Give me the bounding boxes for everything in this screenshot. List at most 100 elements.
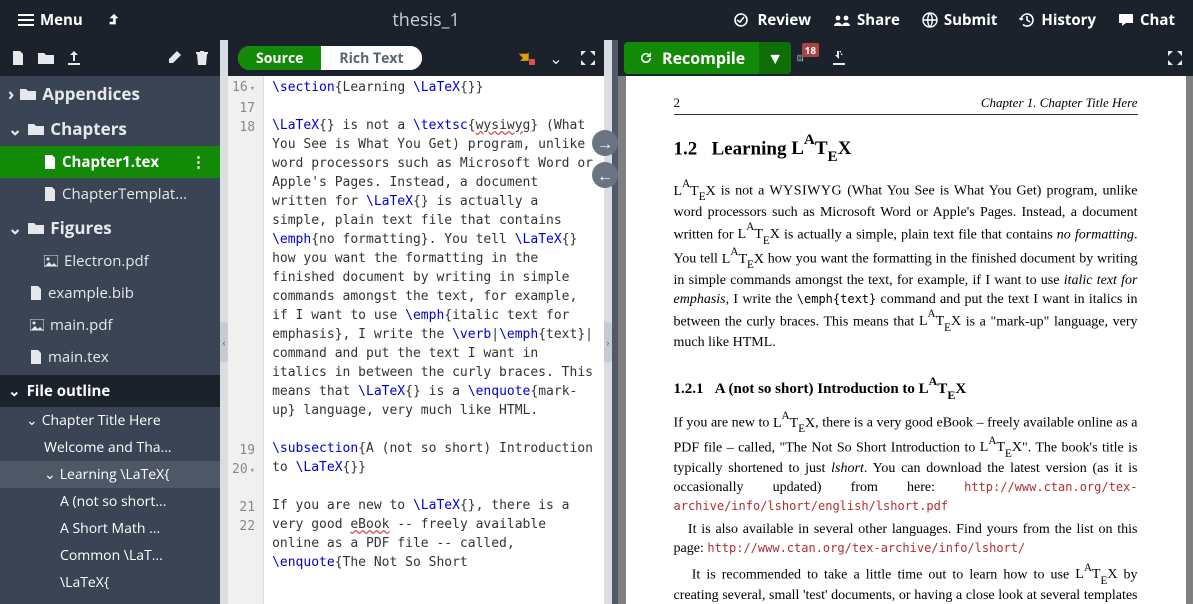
file-example-bib[interactable]: example.bib [0,277,220,309]
chat-icon [1118,13,1134,27]
sync-right-button[interactable]: → [592,130,618,156]
outline-not-short[interactable]: A (not so short... [0,488,220,515]
left-gutter[interactable]: ‹ [220,40,228,604]
pdf-link: http://www.ctan.org/tex-archive/info/lsh… [674,480,1138,513]
history-label: History [1041,10,1096,30]
folder-label: Appendices [42,82,140,105]
editor-menu-icon[interactable]: ⌄ [544,46,568,70]
file-chapter-template[interactable]: ChapterTemplat... [0,178,220,210]
chevron-right-icon: › [8,82,14,105]
outline-chapter-title[interactable]: ⌄Chapter Title Here [0,407,220,434]
line-number: 17 [232,99,255,118]
rich-text-mode-button[interactable]: Rich Text [321,46,421,70]
upload-button[interactable] [62,46,86,70]
outline-label: Welcome and Tha... [44,438,172,457]
line-number: 21 [232,498,255,517]
history-icon [1019,12,1035,28]
file-icon [44,187,56,201]
file-outline-header[interactable]: ⌄ File outline [0,375,220,407]
level-up-icon [107,13,121,27]
pdf-page[interactable]: 2 Chapter 1. Chapter Title Here 1.2 Lear… [626,76,1186,604]
file-main-pdf[interactable]: main.pdf [0,309,220,341]
folder-icon [28,222,44,234]
file-chapter1[interactable]: Chapter1.tex ⋮ [0,146,220,178]
image-icon [44,255,58,267]
folder-chapters[interactable]: ⌄ Chapters [0,111,220,146]
source-mode-button[interactable]: Source [238,46,321,70]
mid-gutter[interactable]: › [604,40,612,604]
history-button[interactable]: History [1009,4,1106,36]
hamburger-icon [18,12,34,28]
folder-appendices[interactable]: › Appendices [0,76,220,111]
outline-common[interactable]: Common \LaT... [0,542,220,569]
outline-label: Common \LaT... [60,546,163,565]
fullscreen-editor-button[interactable] [576,46,600,70]
folder-figures[interactable]: ⌄ Figures [0,210,220,245]
pdf-link: http://www.ctan.org/tex-archive/info/lsh… [707,541,1025,555]
recompile-label: Recompile [662,47,745,69]
collapse-mid-icon[interactable]: › [604,322,612,362]
line-number: 19 [232,441,255,460]
file-label: main.tex [48,347,109,367]
up-button[interactable] [97,7,131,33]
page-number: 2 [674,94,681,112]
file-main-tex[interactable]: main.tex [0,341,220,373]
body-paragraph: It is recommended to take a little time … [674,563,1138,604]
outline-short-math[interactable]: A Short Math ... [0,515,220,542]
warning-icon[interactable] [512,46,536,70]
share-button[interactable]: Share [823,4,910,36]
file-icon [30,286,42,300]
chat-button[interactable]: Chat [1108,4,1185,36]
submit-label: Submit [944,10,997,30]
file-label: Chapter1.tex [62,152,159,172]
collapse-left-icon[interactable]: ‹ [220,322,228,362]
fullscreen-viewer-button[interactable] [1163,46,1187,70]
file-label: main.pdf [50,315,113,335]
download-pdf-button[interactable] [827,46,851,70]
outline-latex[interactable]: \LaTeX{ [0,569,220,596]
file-electron[interactable]: Electron.pdf [0,245,220,277]
delete-button[interactable] [190,46,214,70]
file-label: ChapterTemplat... [62,184,187,204]
line-gutter: 16▾ 17 18 19 20▾ 21 22 [228,76,264,604]
outline-heading-label: File outline [27,381,111,401]
running-header: Chapter 1. Chapter Title Here [981,94,1138,112]
body-paragraph: LATEX is not a WYSIWYG (What You See is … [674,179,1138,353]
outline-welcome[interactable]: Welcome and Tha... [0,434,220,461]
chevron-down-icon: ⌄ [44,465,56,484]
editor-mode-toggle: Source Rich Text [238,46,422,70]
error-count-badge: 18 [802,43,819,57]
chevron-down-icon: ⌄ [8,117,22,140]
folder-icon [20,88,36,100]
recompile-dropdown[interactable]: ▼ [759,42,791,74]
review-label: Review [757,10,811,30]
rename-button[interactable] [162,46,186,70]
chevron-down-icon: ⌄ [8,381,21,401]
file-icon [30,350,42,364]
code-area[interactable]: \section{Learning \LaTeX{}} \LaTeX{} is … [264,76,604,604]
logs-button[interactable]: 18 [797,46,821,70]
share-icon [833,13,851,27]
menu-button[interactable]: Menu [8,4,93,36]
review-button[interactable]: Review [721,4,821,36]
outline-learning[interactable]: ⌄Learning \LaTeX{ [0,461,220,488]
subsection-heading: 1.2.1 A (not so short) Introduction to L… [674,375,1138,401]
new-file-button[interactable] [6,46,30,70]
recompile-button[interactable]: Recompile ▼ [624,42,791,74]
file-label: example.bib [48,283,134,303]
file-icon [44,155,56,169]
sync-left-button[interactable]: ← [592,162,618,188]
submit-button[interactable]: Submit [912,4,1007,36]
folder-label: Chapters [50,117,127,140]
share-label: Share [857,10,900,30]
outline-label: A Short Math ... [60,519,160,538]
body-paragraph: It is also available in several other la… [674,521,1138,559]
outline-label: Chapter Title Here [42,411,161,430]
new-folder-button[interactable] [34,46,58,70]
file-label: Electron.pdf [64,251,149,271]
project-title: thesis_1 [131,8,722,32]
section-heading: 1.2 Learning LATEX [674,133,1138,166]
chat-label: Chat [1140,10,1175,30]
menu-label: Menu [40,10,83,30]
file-menu-icon[interactable]: ⋮ [191,152,212,172]
